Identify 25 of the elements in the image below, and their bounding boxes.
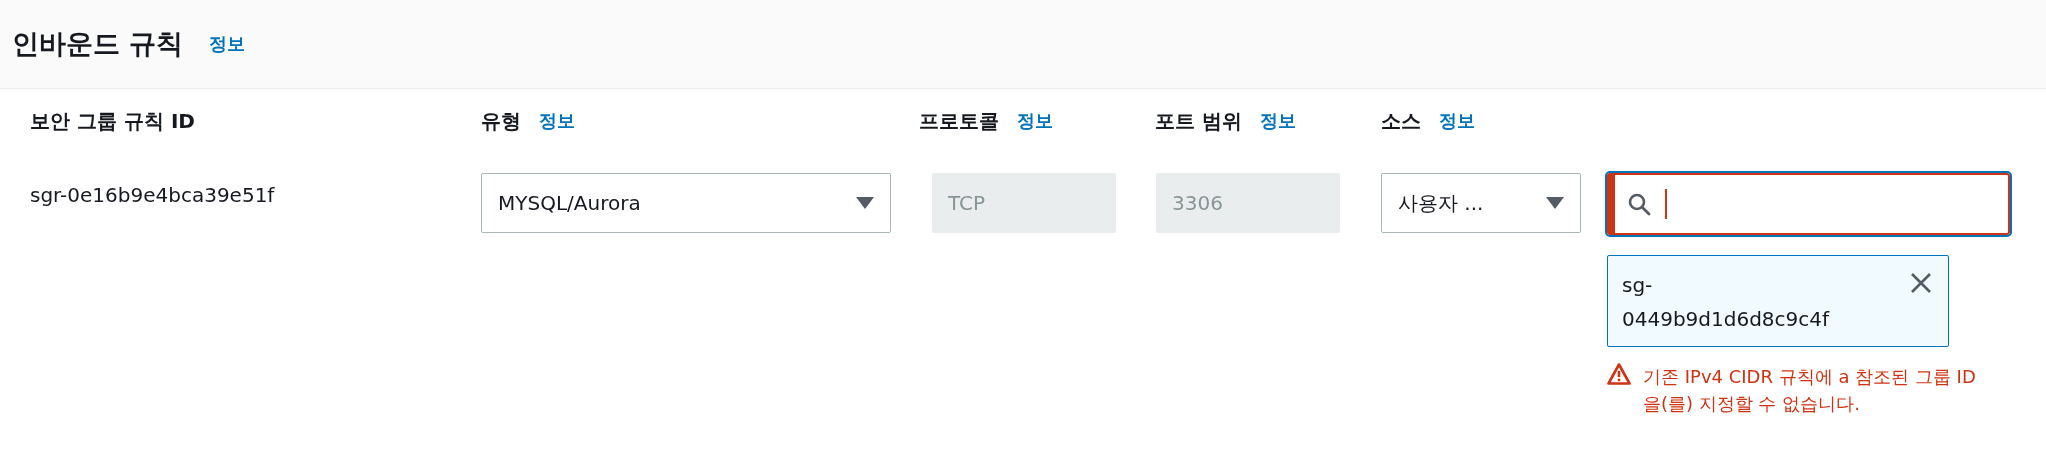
column-header: 프로토콜 xyxy=(919,107,999,135)
text-cursor xyxy=(1665,189,1667,219)
info-link[interactable]: 정보 xyxy=(1017,109,1053,133)
info-link[interactable]: 정보 xyxy=(1439,109,1475,133)
close-icon xyxy=(1910,272,1932,294)
caret-icon xyxy=(856,197,874,209)
protocol-field: TCP xyxy=(932,173,1116,233)
source-select[interactable]: 사용자 ... xyxy=(1381,173,1581,233)
warning-icon xyxy=(1607,363,1631,385)
search-icon xyxy=(1627,192,1651,216)
token-label: sg-0449b9d1d6d8c9c4f xyxy=(1622,272,1831,333)
column-header: 소스 xyxy=(1381,107,1421,135)
info-link[interactable]: 정보 xyxy=(1259,109,1296,133)
port-range-field: 3306 xyxy=(1156,173,1340,233)
column-header: 보안 그룹 규칙 ID xyxy=(30,107,195,135)
column-header: 유형 xyxy=(481,107,521,135)
info-link[interactable]: 정보 xyxy=(209,32,246,56)
caret-icon xyxy=(1546,197,1564,209)
search-field[interactable] xyxy=(1607,173,2010,235)
type-select[interactable]: MYSQL/Aurora xyxy=(481,173,891,233)
info-link[interactable]: 정보 xyxy=(539,109,575,133)
error-message: 기존 IPv4 CIDR 규칙에 a 참조된 그룹 ID을(를) 지정할 수 없습니다. xyxy=(1643,365,1977,416)
section-title: 인바운드 규칙 xyxy=(12,27,184,61)
column-header: 포트 범위 xyxy=(1155,107,1242,135)
rule-id: sgr-0e16b9e4bca39e51f xyxy=(30,183,275,207)
